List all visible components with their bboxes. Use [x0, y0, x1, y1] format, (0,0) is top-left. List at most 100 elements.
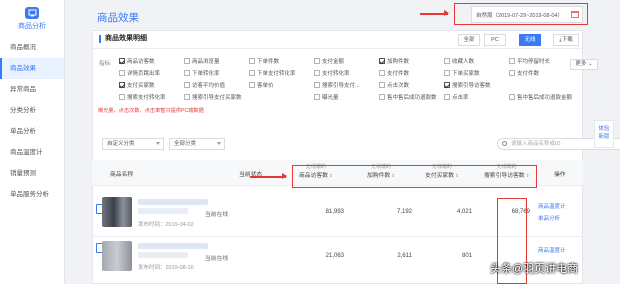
try-new-line2: 新版 — [598, 134, 610, 140]
checkbox[interactable] — [379, 94, 385, 100]
sidebar-item-abnormal[interactable]: 异常商品 — [0, 79, 64, 100]
checkbox[interactable] — [184, 70, 190, 76]
metric-label: 曝光量 — [322, 95, 339, 101]
metric-label: 详情页跳出率 — [127, 71, 161, 77]
metric-option[interactable]: 下单转化率 — [184, 69, 220, 77]
metric-option[interactable]: 平均停留时长 — [509, 57, 550, 65]
metric-option[interactable]: 搜索引导访客数 — [444, 81, 491, 89]
checkbox[interactable] — [314, 94, 320, 100]
sidebar-header: 商品分析 — [0, 0, 64, 37]
product-thumbnail[interactable] — [102, 197, 132, 227]
sidebar-item-forecast[interactable]: 销量预测 — [0, 163, 64, 184]
product-name[interactable] — [138, 243, 208, 249]
metric-label: 访客平均价值 — [192, 83, 226, 89]
single-analysis-link[interactable]: 单品分析 — [538, 214, 560, 222]
sidebar-item-single[interactable]: 单品分析 — [0, 121, 64, 142]
sidebar-item-service[interactable]: 单品服务分析 — [0, 184, 64, 205]
checkbox[interactable] — [119, 70, 125, 76]
metric-label: 平均停留时长 — [517, 59, 551, 65]
buyers-value: 4,021 — [456, 209, 472, 215]
metric-option[interactable]: 下单件数 — [249, 57, 279, 65]
page-title: 商品效果 — [97, 12, 139, 24]
sidebar-item-thermometer[interactable]: 商品温度计 — [0, 142, 64, 163]
highlight-box — [292, 165, 537, 188]
metric-option[interactable]: 点击次数 — [379, 81, 409, 89]
download-button[interactable]: ⤓下载 — [553, 34, 579, 46]
metric-option[interactable]: 访客平均价值 — [184, 81, 225, 89]
metric-option[interactable]: 售中售后成功退款数 — [379, 93, 437, 101]
metric-option[interactable]: 搜索引导支付买家数 — [184, 93, 242, 101]
checkbox[interactable] — [314, 58, 320, 64]
metric-option[interactable]: 曝光量 — [314, 93, 339, 101]
checkbox[interactable] — [379, 82, 385, 88]
tab-terminal-pc[interactable]: PC — [484, 34, 506, 46]
date-picker[interactable]: 自然周（2019-07-29~2019-08-04） — [471, 6, 583, 23]
checkbox[interactable] — [444, 82, 450, 88]
category-select[interactable]: 自定义分类 — [102, 138, 164, 150]
sidebar-item-effect[interactable]: 商品效果 — [0, 58, 64, 79]
metric-option[interactable]: 支付金额 — [314, 57, 344, 65]
checkbox[interactable] — [444, 58, 450, 64]
publish-time: 发布时间：2019-04-02 — [138, 222, 194, 228]
annotation-arrow — [250, 173, 287, 179]
checkbox[interactable] — [249, 82, 255, 88]
checkbox[interactable] — [379, 70, 385, 76]
product-name[interactable] — [138, 199, 208, 205]
scope-select-value: 全部分类 — [174, 141, 197, 147]
metric-option[interactable]: 收藏人数 — [444, 57, 474, 65]
metric-option[interactable]: 支付买家数 — [119, 81, 155, 89]
metric-option[interactable]: 详情页跳出率 — [119, 69, 160, 77]
metric-label: 售中售后成功退款数 — [387, 95, 437, 101]
checkbox[interactable] — [119, 58, 125, 64]
tab-terminal-wireless[interactable]: 无线 — [519, 34, 541, 46]
checkbox[interactable] — [314, 82, 320, 88]
column-name: 商品名称 — [110, 172, 134, 178]
metric-option[interactable]: 下单买家数 — [444, 69, 480, 77]
status-text: 当前在线 — [205, 256, 229, 262]
chevron-down-icon — [156, 142, 160, 145]
metric-option[interactable]: 客单价 — [249, 81, 274, 89]
checkbox[interactable] — [184, 94, 190, 100]
metric-option[interactable]: 商品浏览量 — [184, 57, 220, 65]
metric-label: 客单价 — [257, 83, 274, 89]
metric-option[interactable]: 搜索支付转化率 — [119, 93, 166, 101]
checkbox[interactable] — [509, 58, 515, 64]
more-metrics-button[interactable]: 更多 ⌄ — [570, 59, 598, 70]
metric-option[interactable]: 支付转化率 — [314, 69, 350, 77]
metric-label: 下单件数 — [257, 59, 280, 65]
checkbox[interactable] — [184, 82, 190, 88]
metric-option[interactable]: 商品访客数 — [119, 57, 155, 65]
sidebar-item-overview[interactable]: 商品概况 — [0, 37, 64, 58]
checkbox[interactable] — [119, 82, 125, 88]
metric-option[interactable]: 加购件数 — [379, 57, 409, 65]
buyers-value: 801 — [461, 253, 472, 259]
thermometer-link[interactable]: 商品温度计 — [538, 246, 566, 254]
checkbox[interactable] — [444, 70, 450, 76]
checkbox[interactable] — [509, 94, 515, 100]
try-new-version-button[interactable]: 体验 新版 — [594, 120, 614, 148]
checkbox[interactable] — [314, 70, 320, 76]
checkbox[interactable] — [184, 58, 190, 64]
chevron-down-icon: ⌄ — [587, 61, 593, 67]
metric-option[interactable]: 下单支付转化率 — [249, 69, 296, 77]
scope-select[interactable]: 全部分类 — [169, 138, 225, 150]
metric-option[interactable]: 点击率 — [444, 93, 469, 101]
checkbox[interactable] — [119, 94, 125, 100]
watermark: 头条@羽页讲电商 — [490, 263, 579, 275]
metric-option[interactable]: 搜索引导支付... — [314, 81, 360, 89]
metric-option[interactable]: 售中售后成功退款金额 — [509, 93, 572, 101]
checkbox[interactable] — [509, 70, 515, 76]
metric-option[interactable]: 支付件数 — [509, 69, 539, 77]
tab-terminal-all[interactable]: 全部 — [458, 34, 480, 46]
product-thumbnail[interactable] — [102, 241, 132, 271]
calendar-icon[interactable] — [571, 11, 579, 18]
checkbox[interactable] — [249, 70, 255, 76]
sidebar-item-category[interactable]: 分类分析 — [0, 100, 64, 121]
checkbox[interactable] — [379, 58, 385, 64]
chevron-down-icon — [217, 142, 221, 145]
metric-label: 搜索支付转化率 — [127, 95, 166, 101]
checkbox[interactable] — [444, 94, 450, 100]
metric-option[interactable]: 支付件数 — [379, 69, 409, 77]
thermometer-link[interactable]: 商品温度计 — [538, 202, 566, 210]
checkbox[interactable] — [249, 58, 255, 64]
